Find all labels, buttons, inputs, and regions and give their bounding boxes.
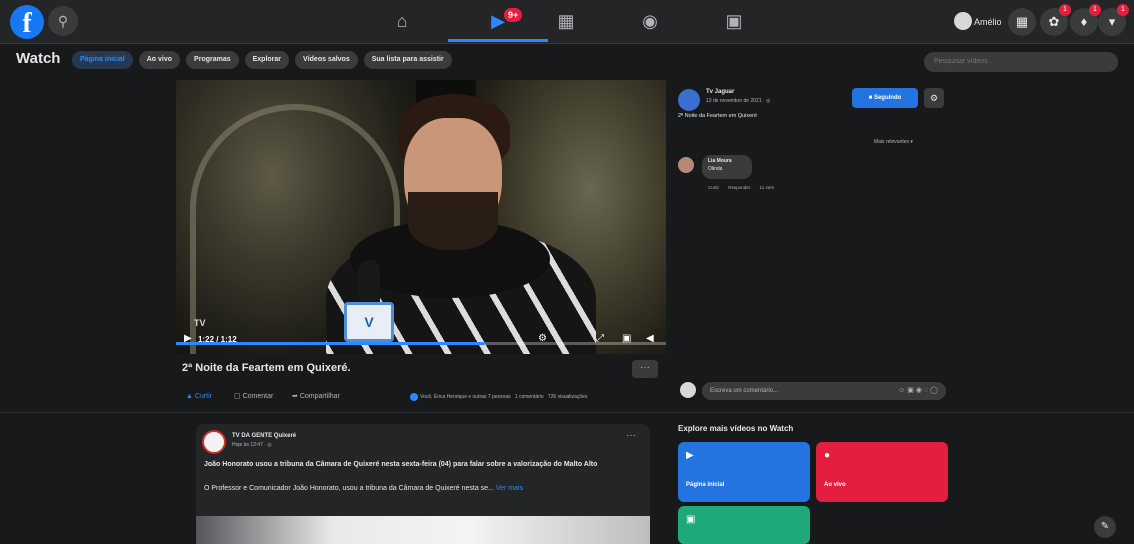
explore-tile-label: Página inicial xyxy=(686,482,725,488)
progress-bar[interactable] xyxy=(176,342,666,345)
comment-placeholder: Escreva um comentário... xyxy=(710,388,779,394)
timecode: 1:22 / 1:12 xyxy=(198,335,237,344)
comment-like-link[interactable]: Curtir xyxy=(708,185,719,190)
home-icon: ⌂ xyxy=(396,11,408,31)
avatar xyxy=(954,12,972,30)
feed-media-thumbnail[interactable] xyxy=(196,516,650,544)
views-count: 726 visualizações xyxy=(547,394,588,400)
comment-actions: Curtir Responder 11 sem xyxy=(708,185,782,190)
live-icon: ● xyxy=(824,450,831,461)
pill-saved[interactable]: Vídeos salvos xyxy=(295,51,358,69)
volume-icon[interactable]: ◀ xyxy=(646,332,654,346)
new-message-icon[interactable]: ✎ xyxy=(1094,516,1116,538)
feed-post-card: TV DA GENTE Quixeré Hoje às 13:47 · ◎ ··… xyxy=(196,424,650,544)
microphone-stick xyxy=(358,260,380,308)
search-videos-input[interactable] xyxy=(924,52,1118,72)
menu-grid-icon[interactable]: ▦ xyxy=(1008,8,1036,36)
feed-page-avatar[interactable] xyxy=(202,430,226,454)
settings-gear-icon[interactable]: ⚙ xyxy=(538,332,547,346)
reactions-text: Você, Érica Henrique e outras 7 pessoas xyxy=(420,394,511,400)
tab-home[interactable]: ⌂ xyxy=(352,6,452,42)
comments-count[interactable]: 1 comentário xyxy=(515,394,544,400)
facebook-logo[interactable]: f xyxy=(10,5,44,39)
video-player[interactable]: V TV ▶ 1:22 / 1:12 ⚙ ⤢ ▣ ◀ xyxy=(176,80,666,354)
feed-post-time[interactable]: Hoje às 13:47 · ◎ xyxy=(232,442,272,448)
pill-home[interactable]: Página inicial xyxy=(72,51,133,69)
tab-gaming[interactable]: ▣ xyxy=(684,6,784,42)
top-nav: f ⚲ ⌂ ▶ 9+ ▦ ◉ ▣ Amélio ▦ ✿ 1 ♦ 1 ▾ 1 xyxy=(0,0,1134,44)
person-beard xyxy=(408,192,498,250)
feed-body: O Professor e Comunicador João Honorato,… xyxy=(204,485,524,492)
microphone-logo: V xyxy=(344,302,394,342)
fullscreen-icon[interactable]: ⤢ xyxy=(596,332,604,346)
pill-shows[interactable]: Programas xyxy=(186,51,239,69)
comment-bubble: Lia Moura Olinda xyxy=(702,155,752,179)
feed-headline: João Honorato usou a tribuna da Câmara d… xyxy=(204,461,598,468)
like-button[interactable]: ▲ Curtir xyxy=(186,390,212,404)
shows-icon: ▣ xyxy=(686,514,696,525)
post-date[interactable]: 13 de novembro de 2021 · ◎ xyxy=(706,98,770,104)
explore-tile-label: Ao vivo xyxy=(824,482,846,488)
user-avatar xyxy=(680,382,696,398)
share-button[interactable]: ➦ Compartilhar xyxy=(292,390,340,404)
video-title: 2ª Noite da Feartem em Quixeré. xyxy=(182,362,351,374)
profile-name: Amélio xyxy=(974,17,1002,27)
comment-icon: ▢ xyxy=(234,393,241,400)
play-icon[interactable]: ▶ xyxy=(184,332,192,346)
profile-chip[interactable]: Amélio xyxy=(950,8,1002,36)
post-caption: 2ª Noite da Feartem em Quixeré xyxy=(678,113,758,119)
like-reaction-icon xyxy=(410,392,418,401)
gaming-icon: ▣ xyxy=(725,11,743,31)
sort-comments-dropdown[interactable]: Mais relevantes ▾ xyxy=(874,139,913,145)
explore-tile-home[interactable]: ▶ Página inicial xyxy=(678,442,810,502)
options-gear-icon[interactable]: ⚙ xyxy=(924,88,944,108)
account-menu-icon[interactable]: ▾ 1 xyxy=(1098,4,1129,36)
share-icon: ➦ xyxy=(292,393,298,400)
explore-tile-shows[interactable]: ▣ xyxy=(678,506,810,544)
feed-more-icon[interactable]: ··· xyxy=(626,430,636,441)
marketplace-icon: ▦ xyxy=(557,11,575,31)
comment-text: Olinda xyxy=(708,166,723,172)
thumbs-up-icon: ▲ xyxy=(186,393,193,400)
more-options-button[interactable]: ··· xyxy=(632,360,658,378)
watch-icon: ▶ xyxy=(491,11,505,31)
page-avatar[interactable] xyxy=(678,89,700,111)
comment-button[interactable]: ▢ Comentar xyxy=(234,390,273,404)
reaction-summary[interactable]: Você, Érica Henrique e outras 7 pessoas … xyxy=(410,390,587,404)
account-badge: 1 xyxy=(1117,4,1129,16)
pill-watchlist[interactable]: Sua lista para assistir xyxy=(363,51,452,69)
following-button[interactable]: ■ Seguindo xyxy=(852,88,918,108)
groups-icon: ◉ xyxy=(642,11,658,31)
messenger-badge: 1 xyxy=(1059,4,1071,16)
comment-reply-link[interactable]: Responder xyxy=(728,185,750,190)
page-name[interactable]: Tv Jaguar xyxy=(706,89,734,95)
comment-author[interactable]: Lia Moura xyxy=(708,158,746,164)
notifications-icon[interactable]: ♦ 1 xyxy=(1070,4,1101,36)
pill-live[interactable]: Ao vivo xyxy=(138,51,181,69)
comment-time: 11 sem xyxy=(759,185,774,190)
comment-tools-icons[interactable]: ☺▣◉◌◯ xyxy=(898,382,940,400)
video-icon: ▶ xyxy=(686,450,694,461)
watch-title: Watch xyxy=(16,50,61,67)
explore-title: Explore mais vídeos no Watch xyxy=(678,424,794,433)
miniplayer-icon[interactable]: ▣ xyxy=(622,332,631,346)
watch-subheader: Watch Página inicial Ao vivo Programas Expl… xyxy=(0,48,1134,76)
see-more-link[interactable]: Ver mais xyxy=(496,485,523,492)
messenger-icon[interactable]: ✿ 1 xyxy=(1040,4,1071,36)
search-icon[interactable]: ⚲ xyxy=(48,6,78,36)
feed-page-name[interactable]: TV DA GENTE Quixeré xyxy=(232,433,296,439)
pill-explore[interactable]: Explorar xyxy=(244,51,290,69)
watch-pills: Página inicial Ao vivo Programas Explorar Ví… xyxy=(72,51,458,71)
comment-input[interactable]: Escreva um comentário... ☺▣◉◌◯ xyxy=(702,382,946,400)
explore-tile-live[interactable]: ● Ao vivo xyxy=(816,442,948,502)
comment-avatar[interactable] xyxy=(678,157,694,173)
